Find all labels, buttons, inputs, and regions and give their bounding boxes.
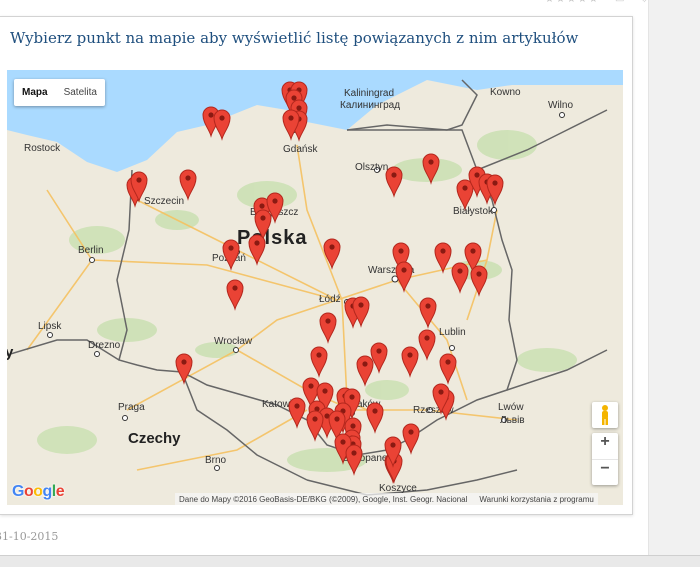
map-attribution: Dane do Mapy ©2016 GeoBasis-DE/BKG (©200… — [175, 493, 598, 505]
map-marker-icon[interactable] — [319, 312, 337, 344]
map-graphics: Kaliningrad Калининград Kowno Wilno Rost… — [7, 70, 623, 496]
map-type-control: Mapa Satelita — [14, 79, 105, 106]
city-label: Berlin — [78, 245, 104, 256]
map-marker-icon[interactable] — [456, 179, 474, 211]
city-label: Rostock — [24, 143, 61, 154]
city-label: Калининград — [340, 100, 400, 111]
map-marker-icon[interactable] — [418, 329, 436, 361]
country-label-czechy: Czechy — [128, 430, 181, 447]
map-marker-icon[interactable] — [366, 402, 384, 434]
city-label: Wrocław — [214, 336, 253, 347]
map-marker-icon[interactable] — [402, 423, 420, 455]
bottom-scroll-bar — [0, 555, 700, 567]
forest-area — [477, 130, 537, 160]
city-label: Wilno — [548, 100, 573, 111]
city-dot — [89, 257, 95, 263]
terms-link[interactable]: Warunki korzystania z programu — [473, 495, 597, 504]
map-marker-icon[interactable] — [434, 242, 452, 274]
map-markers — [126, 81, 504, 484]
forest-area — [365, 380, 409, 400]
article-date: 31-10-2015 — [0, 530, 59, 543]
border-czech-slovakia — [181, 371, 308, 481]
map-marker-icon[interactable] — [451, 262, 469, 294]
map-marker-icon[interactable] — [213, 109, 231, 141]
map-marker-icon[interactable] — [439, 353, 457, 385]
city-label: Kaliningrad — [344, 88, 394, 99]
country-label-partial: y — [7, 344, 14, 361]
share-icon[interactable]: ⇗ — [642, 0, 652, 5]
top-toolbar-icons: ★★★★★ ▭ ⇗ — [545, 0, 652, 5]
city-label: Kowno — [490, 87, 521, 98]
card-title: Wybierz punkt na mapie aby wyświetlić li… — [10, 29, 579, 47]
print-icon[interactable]: ▭ — [615, 0, 626, 5]
map-marker-icon[interactable] — [356, 355, 374, 387]
city-dot — [233, 347, 239, 353]
logo-letter: o — [23, 483, 34, 500]
map-marker-icon[interactable] — [395, 261, 413, 293]
map-type-satellite-button[interactable]: Satelita — [56, 79, 105, 106]
city-label: Lwów — [498, 402, 524, 413]
city-label: Drezno — [88, 340, 121, 351]
map-marker-icon[interactable] — [401, 346, 419, 378]
country-label-poland: Polska — [237, 227, 307, 249]
forest-area — [37, 426, 97, 454]
road — [91, 259, 338, 301]
map-marker-icon[interactable] — [222, 239, 240, 271]
map-marker-icon[interactable] — [288, 397, 306, 429]
city-label: Praga — [118, 402, 145, 413]
pegman-icon[interactable] — [592, 402, 618, 428]
city-dot — [449, 345, 455, 351]
city-label: Łódź — [319, 294, 341, 305]
city-dot — [214, 465, 220, 471]
map-marker-icon[interactable] — [175, 353, 193, 385]
city-label: Brno — [205, 455, 227, 466]
logo-letter: g — [42, 483, 53, 500]
map-marker-icon[interactable] — [385, 166, 403, 198]
city-label: Львів — [500, 415, 525, 426]
map-marker-icon[interactable] — [419, 297, 437, 329]
city-dot — [559, 112, 565, 118]
city-label: Gdańsk — [283, 144, 318, 155]
city-label: Szczecin — [144, 196, 184, 207]
map-marker-icon[interactable] — [248, 234, 266, 266]
map-marker-icon[interactable] — [310, 346, 328, 378]
map-marker-icon[interactable] — [306, 410, 324, 442]
map-marker-icon[interactable] — [470, 265, 488, 297]
city-label: Białystok — [453, 206, 494, 217]
forest-area — [517, 348, 577, 372]
city-label: Lublin — [439, 327, 466, 338]
map-marker-icon[interactable] — [370, 342, 388, 374]
city-label: Olsztyn — [355, 162, 388, 173]
map-marker-icon[interactable] — [323, 238, 341, 270]
google-logo[interactable]: Google — [12, 483, 65, 501]
map-canvas[interactable]: Kaliningrad Калининград Kowno Wilno Rost… — [7, 70, 623, 505]
city-dot — [94, 351, 100, 357]
zoom-out-button[interactable]: − — [592, 459, 618, 485]
logo-letter: o — [33, 483, 43, 500]
right-sidebar-strip — [648, 0, 700, 556]
street-view-control[interactable] — [592, 402, 618, 428]
logo-letter: G — [12, 483, 24, 500]
attribution-text: Dane do Mapy ©2016 GeoBasis-DE/BKG (©200… — [179, 494, 468, 504]
logo-letter: e — [55, 483, 65, 500]
city-dot — [122, 415, 128, 421]
map-marker-icon[interactable] — [226, 279, 244, 311]
map-marker-icon[interactable] — [486, 174, 504, 206]
city-dot — [47, 332, 53, 338]
map-marker-icon[interactable] — [179, 169, 197, 201]
road — [296, 144, 368, 411]
zoom-control: + − — [592, 433, 618, 485]
zoom-in-button[interactable]: + — [592, 433, 618, 459]
rating-stars[interactable]: ★★★★★ — [545, 0, 600, 5]
map-type-map-button[interactable]: Mapa — [14, 79, 56, 106]
city-label: Lipsk — [38, 321, 62, 332]
